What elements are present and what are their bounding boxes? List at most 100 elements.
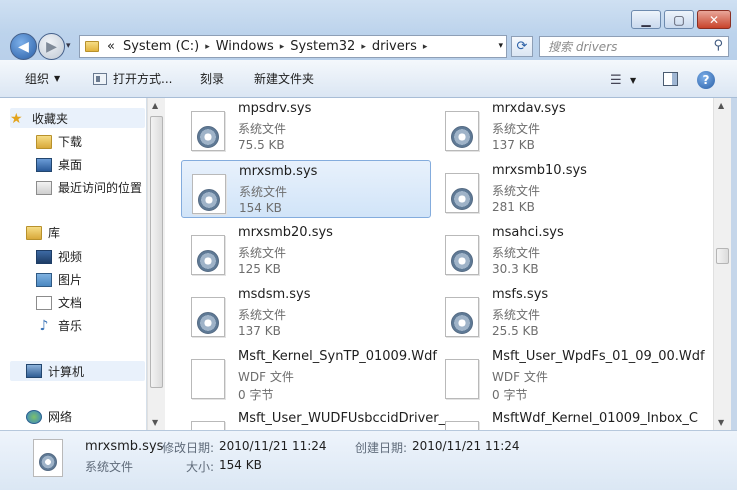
breadcrumb-drivers[interactable]: drivers [368,39,421,54]
view-icon: ☰ [610,73,622,88]
address-overflow[interactable]: « [103,39,119,54]
sidebar-label: 桌面 [58,158,83,172]
sidebar-item-downloads[interactable]: 下载 [36,133,82,150]
sidebar-label: 最近访问的位置 [58,181,143,195]
file-item[interactable]: mrxsmb10.sys 系统文件 281 KB [435,160,685,218]
scroll-up-icon[interactable]: ▲ [718,101,724,110]
sidebar-label: 网络 [48,410,73,424]
new-folder-button[interactable]: 新建文件夹 [254,70,314,87]
forward-arrow-icon: ▶ [46,38,57,55]
file-list-scrollbar[interactable]: ▲ ▼ [713,98,731,430]
sidebar-label: 图片 [58,273,83,287]
back-button[interactable]: ◀ [10,33,37,60]
change-view-button[interactable]: ☰ [610,73,622,88]
sidebar-label: 音乐 [58,319,83,333]
sidebar-item-computer[interactable]: 计算机 [10,361,145,381]
file-item-selected[interactable]: mrxsmb.sys 系统文件 154 KB [181,160,431,218]
breadcrumb-system-c[interactable]: System (C:) [119,39,203,54]
sidebar-label: 库 [48,226,61,240]
music-icon: ♪ [39,317,49,334]
sidebar-item-videos[interactable]: 视频 [36,248,82,265]
file-name: msfs.sys [492,287,549,302]
maximize-icon: ▢ [673,12,685,27]
new-folder-label: 新建文件夹 [254,72,315,86]
recent-places-icon [36,180,52,195]
file-item[interactable]: msahci.sys 系统文件 30.3 KB [435,222,685,280]
file-item[interactable]: Msft_User_WpdFs_01_09_00.Wdf WDF 文件 0 字节 [435,346,705,404]
file-type: WDF 文件 [492,370,548,384]
burn-label: 刻录 [200,72,225,86]
refresh-button[interactable]: ⟳ [511,36,533,57]
system-file-icon [445,111,479,151]
address-dropdown-icon[interactable]: ▾ [498,41,503,51]
computer-icon [26,364,42,378]
breadcrumb-separator[interactable]: ▸ [421,42,430,52]
breadcrumb-separator[interactable]: ▸ [203,42,212,52]
system-file-icon [445,173,479,213]
view-options-dropdown[interactable]: ▼ [630,76,636,85]
sidebar-label: 计算机 [48,364,85,379]
organize-button[interactable]: 组织 ▼ [25,70,60,87]
scrollbar-thumb[interactable] [716,248,729,264]
file-name: mpsdrv.sys [238,101,312,116]
minimize-button[interactable]: ▁ [631,10,661,29]
navigation-pane: ★ 收藏夹 下载 桌面 最近访问的位置 库 视频 图片 文档 ♪ 音乐 计算机 … [0,98,147,430]
close-button[interactable]: ✕ [697,10,731,29]
recent-pages-dropdown[interactable]: ▾ [66,41,71,51]
libraries-icon [26,225,42,240]
search-input[interactable]: 搜索 drivers ⚲ [539,36,729,57]
sidebar-item-documents[interactable]: 文档 [36,294,82,311]
open-with-icon [93,72,107,85]
file-item[interactable]: mpsdrv.sys 系统文件 75.5 KB [181,98,431,156]
scrollbar-thumb[interactable] [150,116,163,388]
breadcrumb-windows[interactable]: Windows [212,39,278,54]
forward-button[interactable]: ▶ [38,33,65,60]
search-icon[interactable]: ⚲ [713,38,723,53]
breadcrumb-system32[interactable]: System32 [286,39,359,54]
file-item[interactable]: msfs.sys 系统文件 25.5 KB [435,284,685,342]
sidebar-item-recent-places[interactable]: 最近访问的位置 [36,179,142,196]
size-label: 大小: [186,460,215,474]
command-bar: 组织 ▼ 打开方式... 刻录 新建文件夹 ☰ ▼ ? [0,60,737,98]
details-pane: mrxsmb.sys 修改日期: 2010/11/21 11:24 创建日期: … [0,430,737,490]
file-item[interactable]: Msft_Kernel_SynTP_01009.Wdf WDF 文件 0 字节 [181,346,437,404]
breadcrumb-separator[interactable]: ▸ [359,42,368,52]
search-placeholder: 搜索 drivers [548,40,618,54]
file-name: MsftWdf_Kernel_01009_Inbox_C [492,411,698,426]
file-item[interactable]: mrxsmb20.sys 系统文件 125 KB [181,222,431,280]
file-item[interactable]: MsftWdf_Kernel_01009_Inbox_C [435,408,698,430]
sidebar-item-pictures[interactable]: 图片 [36,271,82,288]
burn-button[interactable]: 刻录 [200,70,224,87]
file-size: 137 KB [238,324,281,338]
details-file-type: 系统文件 [85,460,134,474]
title-bar: ▁ ▢ ✕ [0,0,737,34]
preview-pane-button[interactable] [663,72,678,86]
sidebar-item-desktop[interactable]: 桌面 [36,156,82,173]
file-name: mrxsmb20.sys [238,225,333,240]
scroll-up-icon[interactable]: ▲ [152,101,158,110]
sidebar-item-libraries[interactable]: 库 [26,224,60,241]
file-item[interactable]: Msft_User_WUDFUsbccidDriver_ [181,408,445,430]
sidebar-item-favorites[interactable]: ★ 收藏夹 [10,108,145,128]
open-with-button[interactable]: 打开方式... [93,70,172,87]
file-type: 系统文件 [492,122,541,136]
navigation-scrollbar[interactable]: ▲ ▼ [147,98,165,430]
scroll-down-icon[interactable]: ▼ [152,418,158,427]
sidebar-item-music[interactable]: ♪ 音乐 [36,317,82,334]
organize-label: 组织 [25,72,50,86]
file-name: msahci.sys [492,225,564,240]
maximize-button[interactable]: ▢ [664,10,694,29]
help-button[interactable]: ? [697,71,715,89]
network-icon [26,409,42,424]
sidebar-item-network[interactable]: 网络 [26,408,72,425]
file-size: 125 KB [238,262,281,276]
address-bar[interactable]: « System (C:) ▸ Windows ▸ System32 ▸ dri… [79,35,507,58]
breadcrumb-separator[interactable]: ▸ [278,42,287,52]
file-size: 137 KB [492,138,535,152]
file-item[interactable]: msdsm.sys 系统文件 137 KB [181,284,431,342]
file-size: 281 KB [492,200,535,214]
file-item[interactable]: mrxdav.sys 系统文件 137 KB [435,98,685,156]
created-value: 2010/11/21 11:24 [412,439,520,453]
scroll-down-icon[interactable]: ▼ [718,418,724,427]
system-file-icon [192,174,226,214]
